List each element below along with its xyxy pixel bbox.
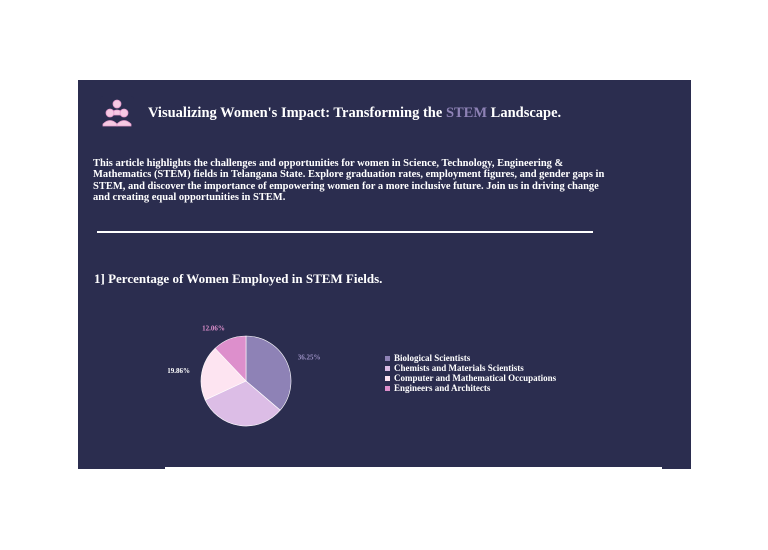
chart-legend: Biological Scientists Chemists and Materi… [385,353,556,393]
page-title: Visualizing Women's Impact: Transforming… [148,104,562,121]
intro-paragraph: This article highlights the challenges a… [93,158,605,203]
legend-swatch [385,355,390,361]
legend-label: Chemists and Materials Scientists [394,363,524,373]
legend-item: Biological Scientists [385,353,556,363]
pie-slices [200,335,292,427]
content-panel: Visualizing Women's Impact: Transforming… [78,80,691,469]
legend-swatch [385,375,390,381]
legend-swatch [385,385,390,391]
pie-chart: 36.25% 31.84% 19.86% 12.06% [168,325,321,435]
title-accent: STEM [445,104,488,121]
legend-label: Biological Scientists [394,353,471,363]
pie-label-3: 19.86% [168,367,190,375]
legend-item: Engineers and Architects [385,383,556,393]
pie-label-2: 31.84% [227,434,250,435]
pie-label-4: 12.06% [202,325,225,333]
divider [97,231,593,233]
legend-swatch [385,365,390,371]
women-group-icon [100,96,134,130]
legend-item: Computer and Mathematical Occupations [385,373,556,383]
header: Visualizing Women's Impact: Transforming… [100,96,561,130]
section-title: 1] Percentage of Women Employed in STEM … [94,271,383,286]
legend-label: Engineers and Architects [394,383,491,393]
bottom-divider [165,467,662,470]
pie-label-1: 36.25% [298,354,321,362]
legend-item: Chemists and Materials Scientists [385,363,556,373]
legend-label: Computer and Mathematical Occupations [394,373,557,383]
